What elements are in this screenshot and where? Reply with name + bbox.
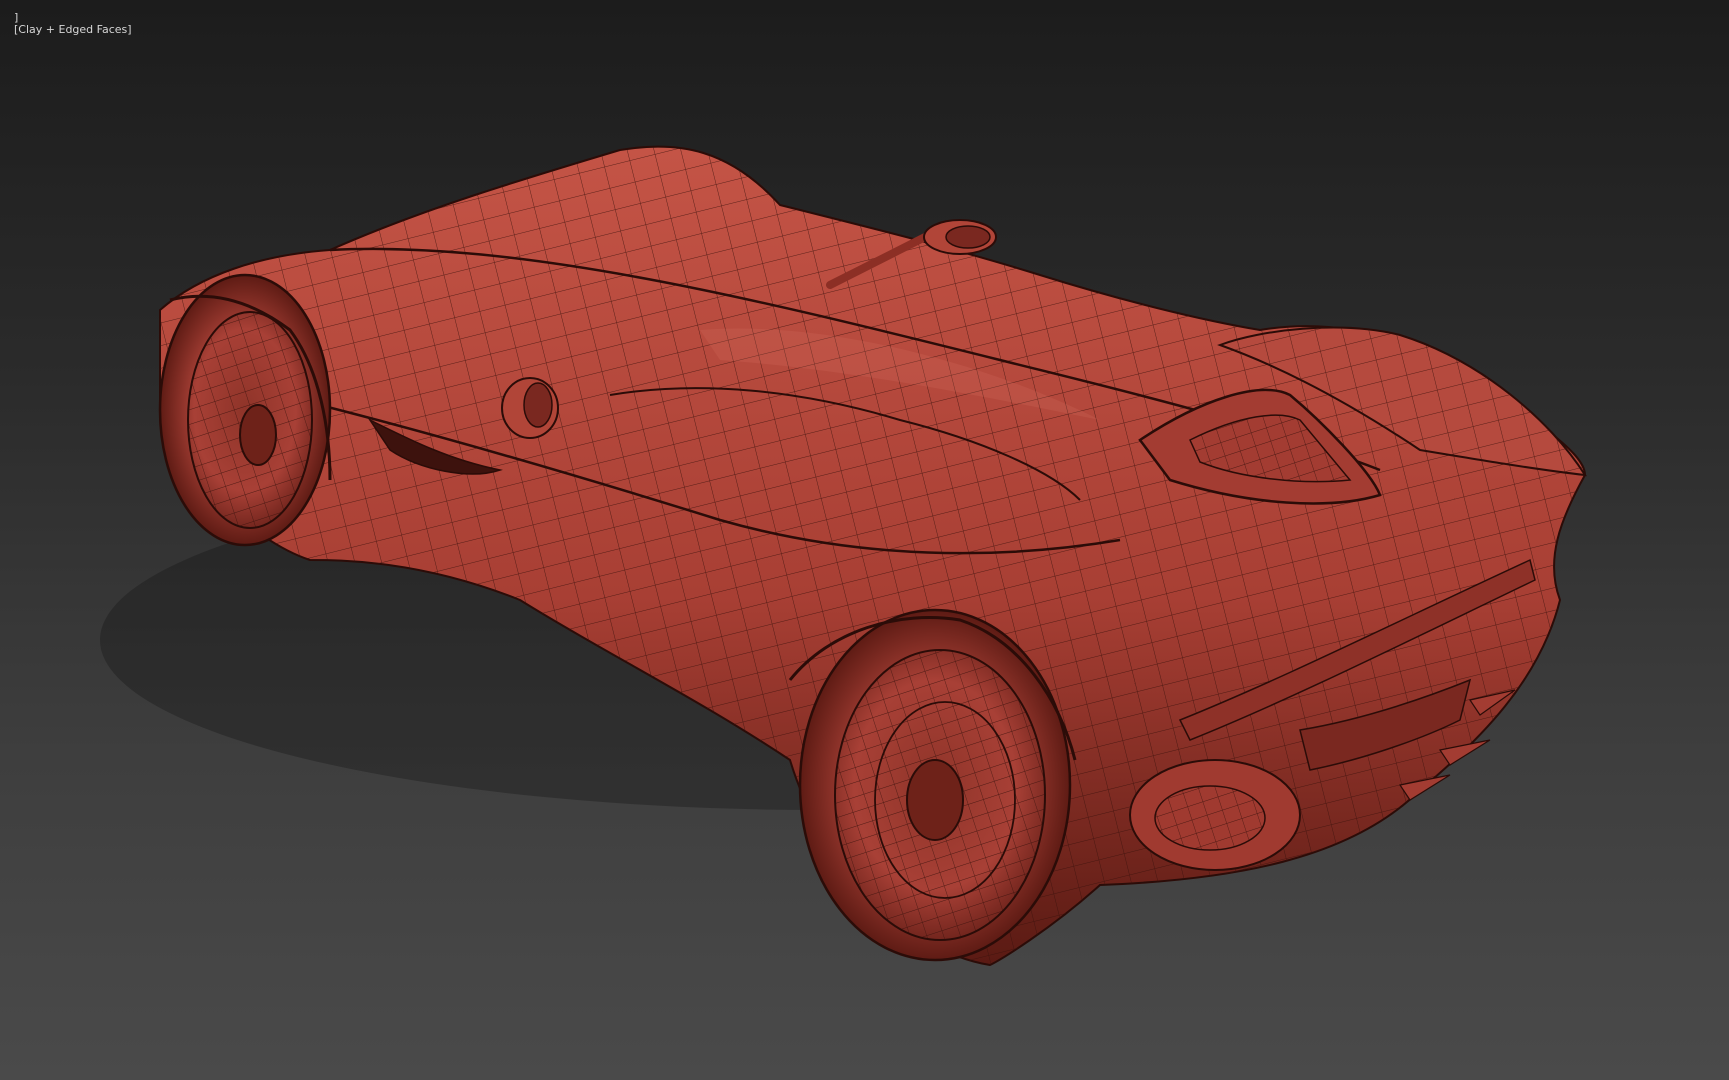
rear-wheel[interactable] (798, 608, 1072, 962)
side-mirror-left[interactable] (501, 377, 559, 439)
tail-light-inner (1154, 785, 1266, 851)
front-wheel[interactable] (158, 273, 332, 547)
car-model-render[interactable] (0, 0, 1729, 1080)
viewport-label: ] [Clay + Edged Faces] (0, 0, 132, 36)
front-hub (239, 404, 277, 466)
viewport-shading-mode[interactable]: [Clay + Edged Faces] (14, 23, 132, 36)
3d-viewport[interactable]: ] [Clay + Edged Faces] (0, 0, 1729, 1080)
mirror-glass-left (523, 382, 553, 428)
rear-hub (906, 759, 964, 841)
mirror-glass-right (945, 225, 991, 249)
